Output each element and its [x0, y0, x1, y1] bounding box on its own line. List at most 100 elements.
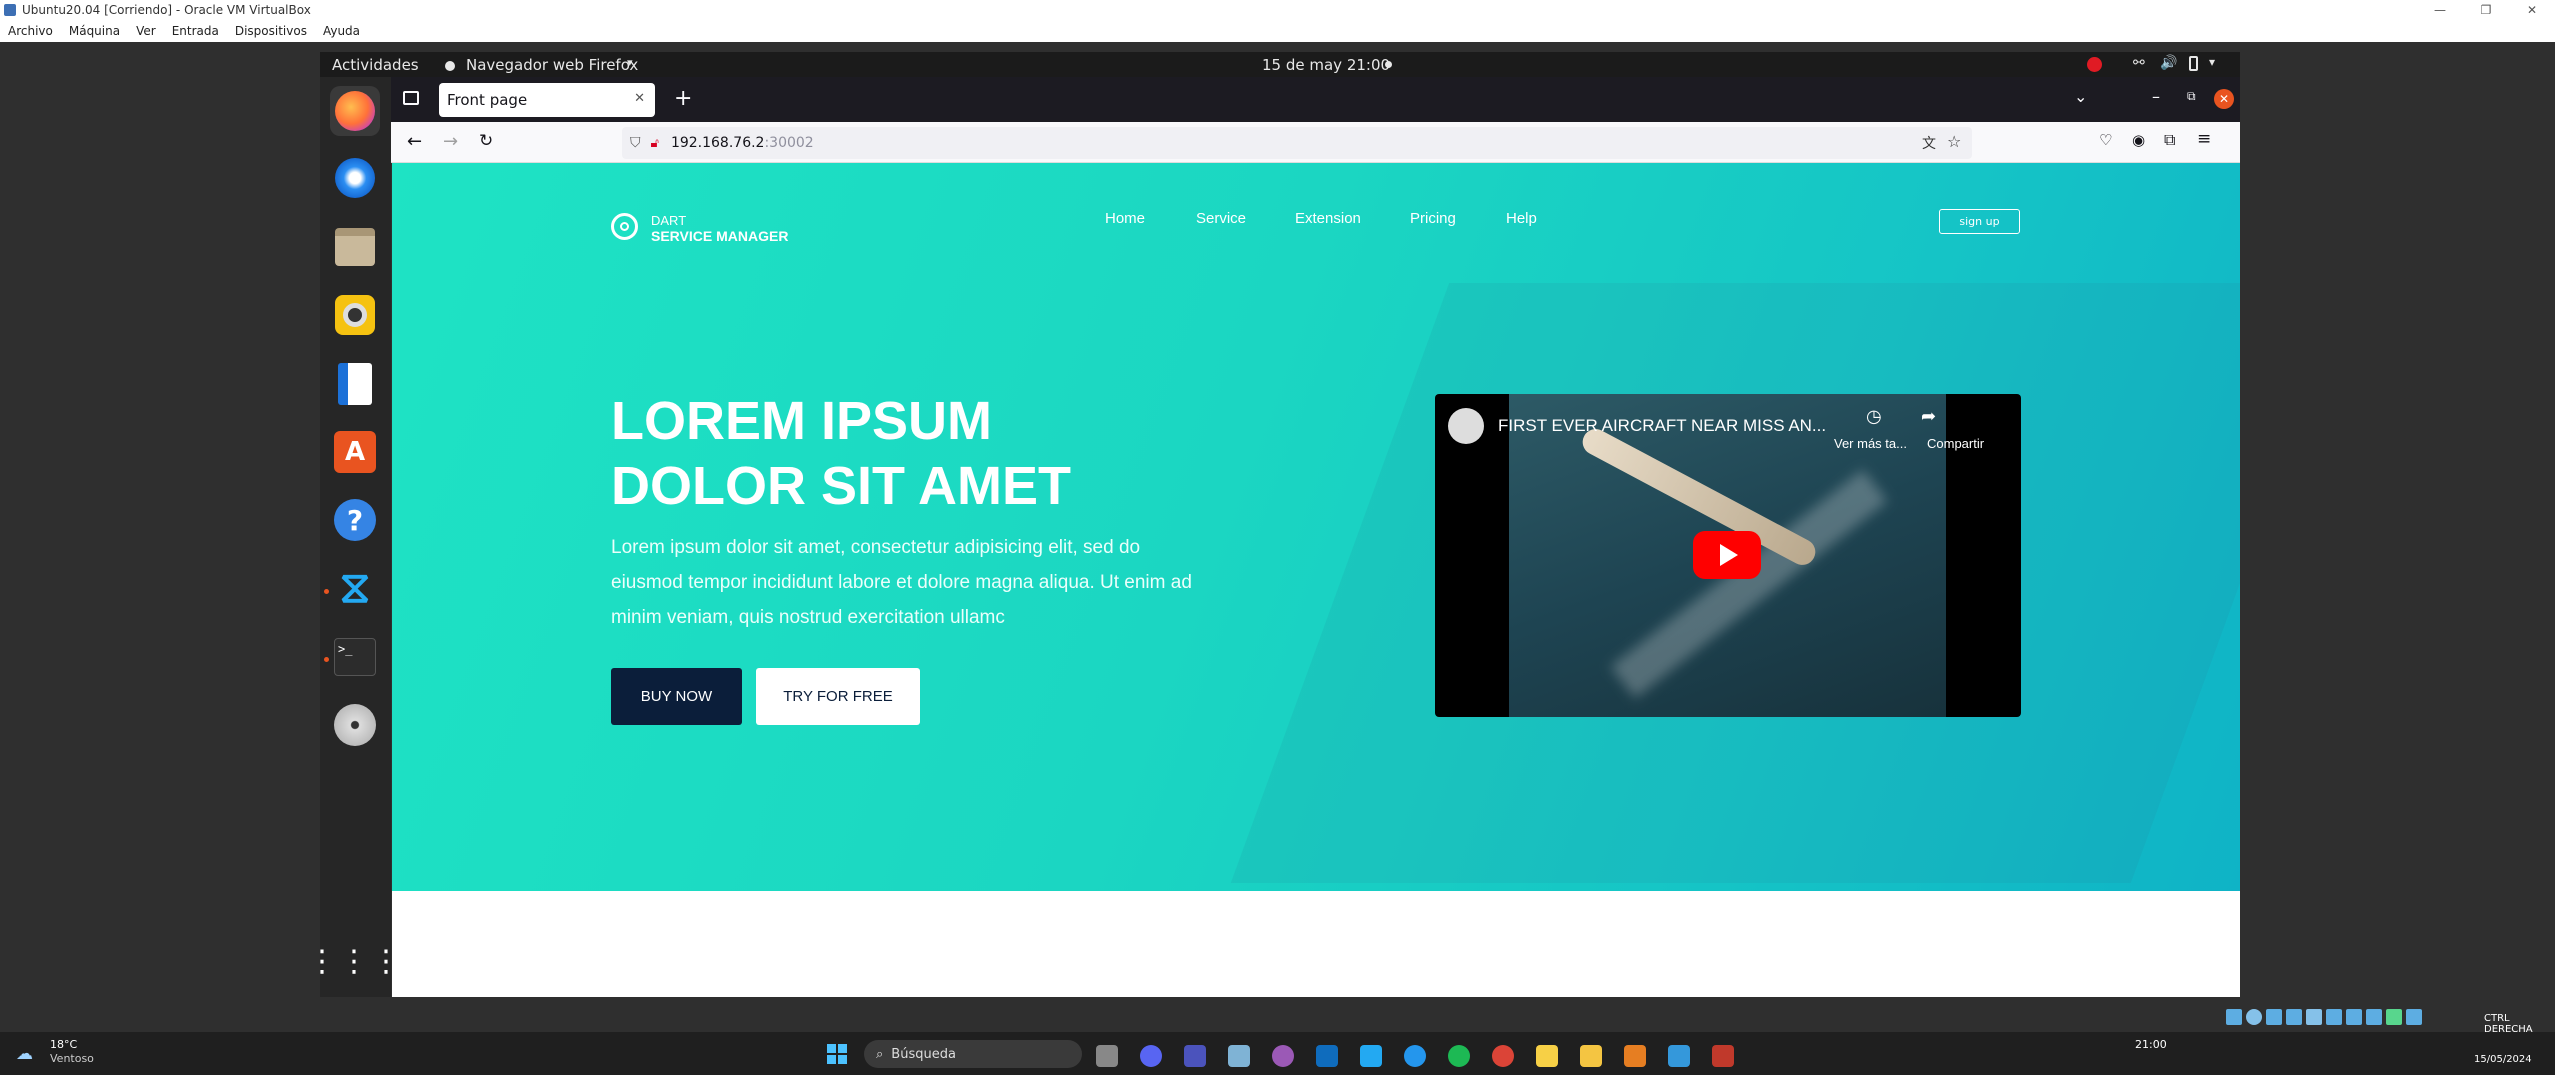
watch-later-label[interactable]: Ver más ta...: [1834, 436, 1907, 451]
terminal-icon[interactable]: >_: [330, 632, 380, 682]
outlook-icon[interactable]: [1316, 1045, 1338, 1067]
firefox-view-icon[interactable]: [403, 91, 419, 105]
spotify-icon[interactable]: [1448, 1045, 1470, 1067]
virtualbox-taskbar-icon[interactable]: [1228, 1045, 1250, 1067]
extensions-icon[interactable]: ⧉: [2164, 130, 2175, 150]
logo-icon[interactable]: [611, 213, 638, 240]
activities-button[interactable]: Actividades: [332, 56, 419, 74]
sign-up-button[interactable]: sign up: [1939, 209, 2020, 234]
nav-service[interactable]: Service: [1196, 210, 1246, 227]
time[interactable]: 21:00: [2135, 1038, 2167, 1051]
reload-icon[interactable]: ↻: [479, 131, 493, 151]
running-indicator-icon: [324, 657, 329, 662]
menu-ver[interactable]: Ver: [136, 24, 156, 38]
menu-entrada[interactable]: Entrada: [172, 24, 219, 38]
app-icon[interactable]: [1712, 1045, 1734, 1067]
start-icon[interactable]: [827, 1044, 847, 1064]
volume-icon[interactable]: 🔊: [2160, 55, 2177, 71]
status-icon[interactable]: [2366, 1009, 2382, 1025]
menu-maquina[interactable]: Máquina: [69, 24, 120, 38]
play-button[interactable]: [1693, 531, 1761, 579]
status-icon[interactable]: [2346, 1009, 2362, 1025]
files-icon[interactable]: [330, 222, 380, 272]
bookmark-star-icon[interactable]: ☆: [1947, 132, 1961, 151]
nav-pricing[interactable]: Pricing: [1410, 210, 1456, 227]
try-for-free-button[interactable]: TRY FOR FREE: [756, 668, 920, 725]
channel-avatar[interactable]: [1448, 408, 1484, 444]
back-icon[interactable]: ←: [407, 131, 422, 152]
logo-line2[interactable]: SERVICE MANAGER: [651, 228, 788, 244]
forward-icon[interactable]: →: [443, 131, 458, 152]
minimize-button[interactable]: —: [2417, 0, 2463, 20]
menu-dispositivos[interactable]: Dispositivos: [235, 24, 307, 38]
libreoffice-writer-icon[interactable]: [330, 359, 380, 409]
teams-icon[interactable]: [1184, 1045, 1206, 1067]
youtube-embed[interactable]: FIRST EVER AIRCRAFT NEAR MISS AN... ◷ Ve…: [1435, 394, 2021, 717]
vscode-taskbar-icon[interactable]: [1360, 1045, 1382, 1067]
account-icon[interactable]: ◉: [2132, 131, 2145, 149]
list-all-tabs-icon[interactable]: ⌄: [2074, 87, 2087, 106]
app-menu[interactable]: Navegador web Firefox: [466, 56, 638, 74]
tab-front-page[interactable]: Front page ✕: [439, 83, 655, 117]
nav-extension[interactable]: Extension: [1295, 210, 1361, 227]
dvd-drive-icon[interactable]: [330, 700, 380, 750]
share-label[interactable]: Compartir: [1927, 436, 1984, 451]
task-view-icon[interactable]: [1096, 1045, 1118, 1067]
docker-icon[interactable]: [1404, 1045, 1426, 1067]
firefox-restore-icon[interactable]: ⧉: [2187, 89, 2196, 104]
show-applications-icon[interactable]: ⋮⋮⋮: [307, 937, 401, 987]
date[interactable]: 15/05/2024: [2474, 1054, 2532, 1065]
help-icon[interactable]: ?: [330, 495, 380, 545]
thunderbird-icon[interactable]: [330, 153, 380, 203]
video-title[interactable]: FIRST EVER AIRCRAFT NEAR MISS AN...: [1498, 416, 1826, 436]
firefox-close-icon[interactable]: ✕: [2214, 89, 2234, 109]
chrome-icon[interactable]: [1492, 1045, 1514, 1067]
share-icon[interactable]: ➦: [1921, 406, 1936, 427]
status-icon[interactable]: [2226, 1009, 2242, 1025]
clock-icon[interactable]: ◷: [1866, 406, 1882, 427]
app-center-icon[interactable]: A: [330, 427, 380, 477]
battery-icon[interactable]: [2189, 56, 2198, 71]
tab-close-icon[interactable]: ✕: [634, 91, 645, 106]
translate-icon[interactable]: 文: [1922, 133, 1936, 153]
weather-icon[interactable]: ☁: [16, 1044, 33, 1064]
system-menu-chevron-icon[interactable]: ▾: [2209, 55, 2215, 69]
firefox-minimize-icon[interactable]: –: [2152, 87, 2160, 106]
network-icon[interactable]: ⚯: [2133, 55, 2145, 71]
nav-help[interactable]: Help: [1506, 210, 1537, 227]
status-icon[interactable]: [2306, 1009, 2322, 1025]
status-icon[interactable]: [2266, 1009, 2282, 1025]
insecure-lock-icon[interactable]: 🔓︎: [651, 136, 659, 151]
logo-line1[interactable]: DART: [651, 213, 686, 228]
pocket-icon[interactable]: ♡: [2099, 131, 2112, 149]
vscode-icon[interactable]: ⧖: [330, 563, 380, 613]
taskbar-search[interactable]: ⌕ Búsqueda: [864, 1040, 1082, 1068]
buy-now-button[interactable]: BUY NOW: [611, 668, 742, 725]
nav-home[interactable]: Home: [1105, 210, 1145, 227]
rhythmbox-icon[interactable]: [330, 290, 380, 340]
weather-temp[interactable]: 18°C: [50, 1038, 77, 1051]
menu-archivo[interactable]: Archivo: [8, 24, 53, 38]
new-tab-icon[interactable]: +: [674, 86, 692, 111]
status-icon[interactable]: [2386, 1009, 2402, 1025]
snipping-tool-icon[interactable]: [1668, 1045, 1690, 1067]
menu-icon[interactable]: ≡: [2197, 129, 2211, 149]
do-not-disturb-icon[interactable]: [2087, 57, 2102, 72]
shield-icon[interactable]: ⛉: [630, 135, 641, 151]
maximize-button[interactable]: ❐: [2463, 0, 2509, 20]
close-button[interactable]: ✕: [2509, 0, 2555, 20]
status-icon[interactable]: [2246, 1009, 2262, 1025]
status-icon[interactable]: [2406, 1009, 2422, 1025]
weather-desc[interactable]: Ventoso: [50, 1052, 94, 1065]
clock[interactable]: 15 de may 21:00: [1262, 56, 1390, 74]
status-icon[interactable]: [2326, 1009, 2342, 1025]
sticky-notes-icon[interactable]: [1536, 1045, 1558, 1067]
discord-icon[interactable]: [1140, 1045, 1162, 1067]
firefox-icon[interactable]: [330, 86, 380, 136]
menu-ayuda[interactable]: Ayuda: [323, 24, 360, 38]
obsidian-icon[interactable]: [1272, 1045, 1294, 1067]
paint-icon[interactable]: [1624, 1045, 1646, 1067]
url-bar[interactable]: ⛉ 🔓︎ 192.168.76.2 :30002 文 ☆: [622, 127, 1972, 159]
status-icon[interactable]: [2286, 1009, 2302, 1025]
file-explorer-icon[interactable]: [1580, 1045, 1602, 1067]
